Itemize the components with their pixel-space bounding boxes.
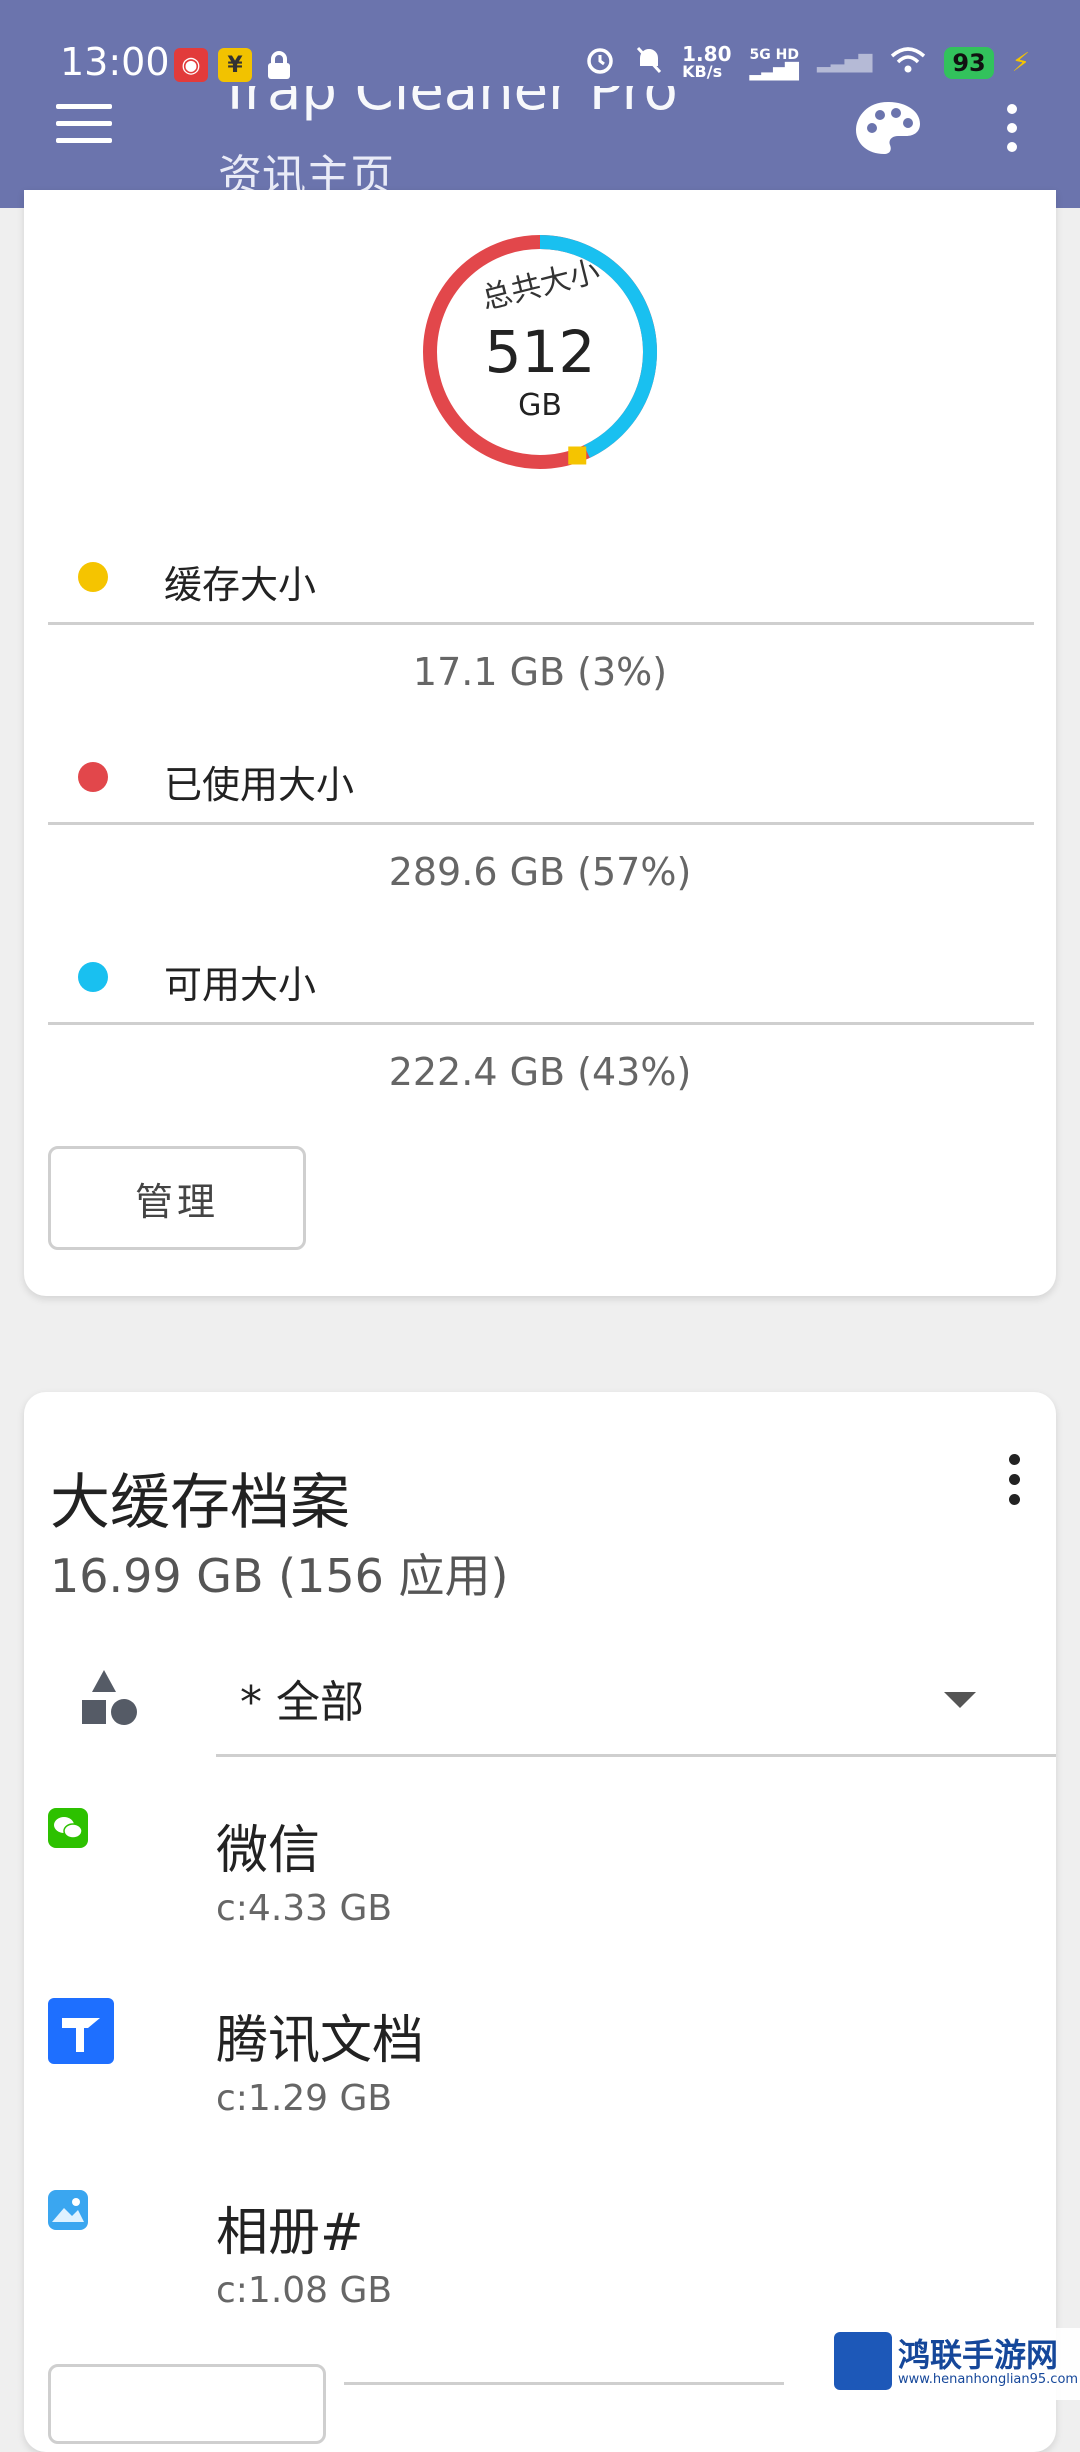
legend-value: 17.1 GB (3%): [412, 650, 668, 694]
free-color-dot: [78, 962, 108, 992]
app-name: 微信: [216, 1821, 321, 1881]
divider: [48, 1022, 1034, 1025]
legend-label: 可用大小: [164, 963, 317, 1007]
category-shapes-icon: [82, 1670, 137, 1725]
cache-marker: [568, 446, 587, 465]
cache-color-dot: [78, 562, 108, 592]
list-item[interactable]: 微信 c:4.33 GB: [24, 1802, 1056, 1982]
app-cache-size: c:4.33 GB: [216, 1888, 393, 1929]
watermark-logo-icon: [834, 2332, 892, 2390]
alarm-icon: [584, 44, 616, 81]
dropdown-arrow-icon[interactable]: [944, 1692, 976, 1708]
music-app-icon: ◉: [174, 48, 208, 82]
lock-icon: [262, 48, 296, 82]
watermark-text: 鸿联手游网: [898, 2336, 1059, 2374]
app-name: 腾讯文档: [216, 2011, 425, 2071]
card-subtitle: 16.99 GB (156 应用): [50, 1549, 509, 1603]
filter-selected-value: * 全部: [240, 1677, 364, 1728]
large-cache-card: 大缓存档案 16.99 GB (156 应用) * 全部 微信 c:4.33 G…: [24, 1392, 1056, 2452]
signal-2-icon: ▂▃▅▇: [816, 52, 873, 73]
wifi-icon: [890, 46, 926, 79]
partial-button[interactable]: [48, 2364, 326, 2444]
gallery-icon: [48, 2190, 88, 2230]
divider: [344, 2382, 784, 2385]
watermark: 鸿联手游网 www.henanhonglian95.com: [830, 2328, 1080, 2400]
legend-row-free: 可用大小 222.4 GB (43%): [24, 940, 1056, 1130]
legend-row-used: 已使用大小 289.6 GB (57%): [24, 740, 1056, 930]
legend-value: 222.4 GB (43%): [388, 1050, 692, 1094]
more-options-button[interactable]: [1002, 104, 1022, 158]
used-color-dot: [78, 762, 108, 792]
storage-card: 总共大小 512 GB 缓存大小 17.1 GB (3%) 已使用大小 289.…: [24, 190, 1056, 1296]
divider: [48, 622, 1034, 625]
legend-label: 缓存大小: [164, 563, 317, 607]
app-cache-size: c:1.29 GB: [216, 2078, 393, 2119]
legend-value: 289.6 GB (57%): [388, 850, 692, 894]
net-speed: 1.80 KB/s: [682, 41, 732, 81]
legend-label: 已使用大小: [164, 763, 355, 807]
tencent-docs-icon: [48, 1998, 114, 2064]
card-title: 大缓存档案: [50, 1468, 350, 1538]
app-cache-size: c:1.08 GB: [216, 2270, 393, 2311]
status-time: 13:00: [60, 40, 170, 84]
manage-button[interactable]: 管理: [48, 1146, 306, 1250]
battery-indicator: 93: [944, 46, 994, 79]
signal-strength: 5G HD ▂▃▅▇: [749, 46, 799, 81]
total-size-value: 512: [484, 318, 596, 386]
charging-icon: ⚡: [1011, 47, 1030, 78]
legend-row-cache: 缓存大小 17.1 GB (3%): [24, 540, 1056, 730]
wechat-icon: [48, 1808, 88, 1848]
menu-button[interactable]: [56, 104, 112, 144]
card-more-button[interactable]: [1004, 1454, 1024, 1510]
palette-icon[interactable]: [852, 98, 924, 158]
category-filter[interactable]: * 全部: [24, 1642, 1056, 1762]
status-right: 1.80 KB/s 5G HD ▂▃▅▇ ▂▃▅▇ 93 ⚡: [584, 44, 1030, 81]
watermark-url: www.henanhonglian95.com: [898, 2372, 1079, 2387]
total-size-unit: GB: [518, 388, 562, 423]
mute-bell-icon: [634, 44, 664, 81]
divider: [48, 822, 1034, 825]
list-item[interactable]: 腾讯文档 c:1.29 GB: [24, 1992, 1056, 2172]
payment-app-icon: ¥: [218, 48, 252, 82]
app-name: 相册#: [216, 2203, 364, 2263]
status-bar: 13:00 ◉ ¥ 1.80 KB/s 5G HD ▂▃▅▇ ▂▃▅▇ 93 ⚡: [0, 0, 1080, 84]
app-bar: 13:00 ◉ ¥ 1.80 KB/s 5G HD ▂▃▅▇ ▂▃▅▇ 93 ⚡…: [0, 0, 1080, 208]
filter-underline: [216, 1754, 1056, 1757]
